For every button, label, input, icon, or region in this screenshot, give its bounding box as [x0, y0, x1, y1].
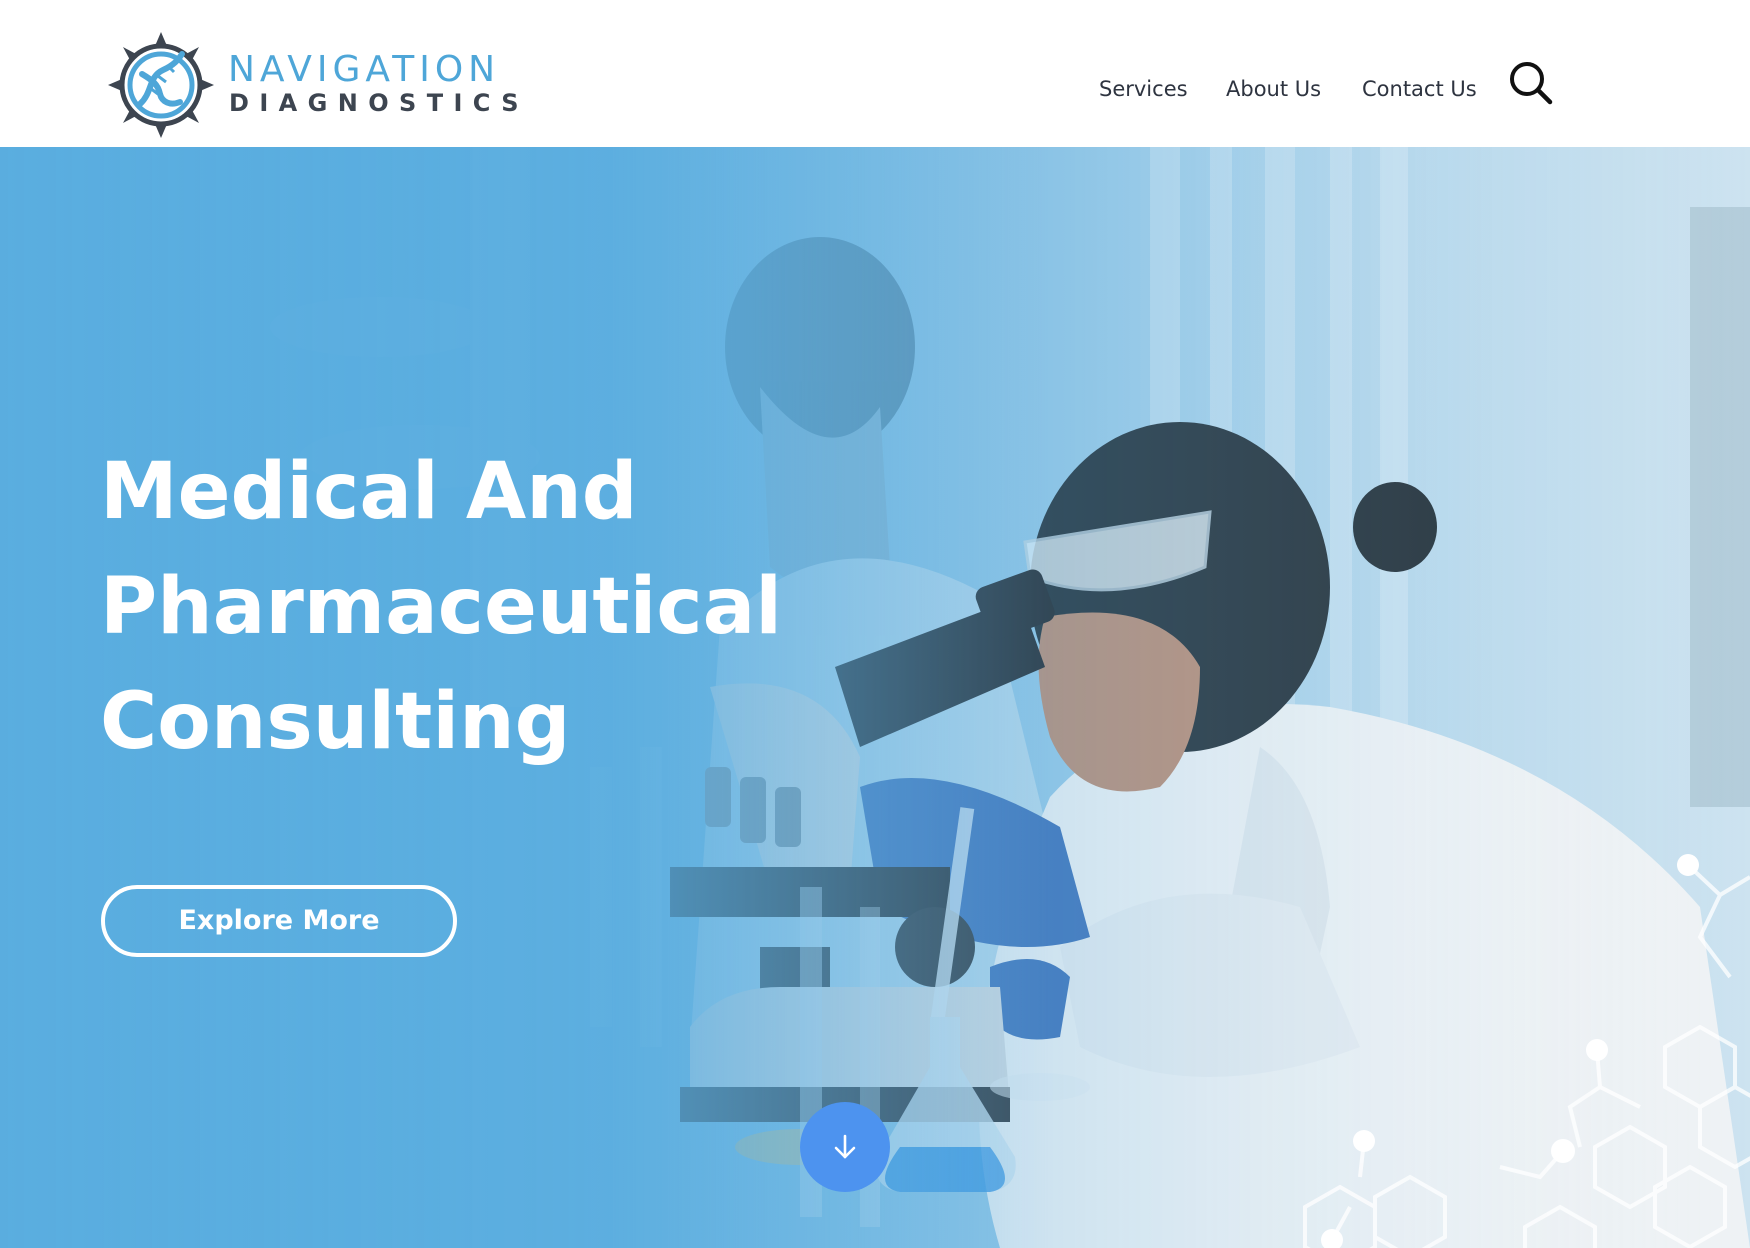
hero-heading-line: Pharmaceutical: [100, 562, 783, 652]
logo-wordmark-secondary: DIAGNOSTICS: [229, 89, 529, 117]
search-icon[interactable]: [1508, 60, 1554, 106]
compass-logo-icon: [108, 32, 214, 138]
arrow-down-icon: [834, 1134, 856, 1159]
logo-wordmark-primary: NAVIGATION: [228, 49, 501, 90]
logo[interactable]: NAVIGATION DIAGNOSTICS: [108, 32, 519, 138]
nav-link-services[interactable]: Services: [1099, 74, 1188, 104]
nav-link-contact-us[interactable]: Contact Us: [1362, 74, 1477, 104]
hero-heading: Medical And Pharmaceutical Consulting: [100, 435, 800, 780]
nav-link-about-us[interactable]: About Us: [1226, 74, 1321, 104]
site-header: NAVIGATION DIAGNOSTICS Services About Us…: [0, 0, 1750, 147]
hero-heading-line: Medical And: [100, 447, 638, 537]
explore-more-button[interactable]: Explore More: [101, 885, 457, 957]
scroll-down-button[interactable]: [800, 1102, 890, 1192]
hero-heading-line: Consulting: [100, 677, 571, 767]
hero-section: Medical And Pharmaceutical Consulting Ex…: [0, 147, 1750, 1248]
